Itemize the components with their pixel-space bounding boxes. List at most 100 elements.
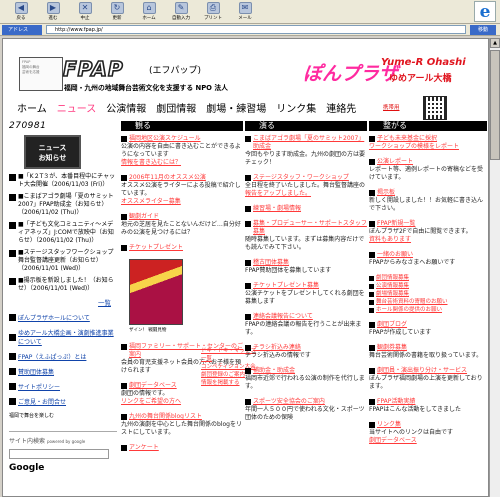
ticket-present-link[interactable]: チケットプレゼント — [121, 244, 243, 252]
nav-contact[interactable]: 連絡先 — [326, 100, 356, 115]
scroll-up-icon[interactable]: ▲ — [490, 38, 500, 48]
recommend-link[interactable]: 2006年11月のオススメ公演 — [121, 174, 243, 182]
news-item[interactable]: ■こまばアゴラ劇場「夏のサミット2007」FPAP助成金（お知らせ）（2006/… — [9, 193, 117, 217]
fpap-logo[interactable]: FPAP — [62, 56, 124, 82]
bbs-link[interactable]: 揭示板 — [369, 189, 487, 197]
nav-performances[interactable]: 公演情報 — [106, 100, 146, 115]
venue-info-recruit-link[interactable]: 劇場情報募集 — [369, 290, 487, 298]
activity-link[interactable]: FPAP活動実績 — [369, 398, 487, 406]
summit-grant-link[interactable]: こまばアゴラ劇場「夏のサミット2007」助成金 — [245, 135, 367, 151]
show-info-recruit-link[interactable]: 公演情報募集 — [369, 282, 487, 290]
small-logo-box: FPAP 福岡の舞台 芸術を応援 — [19, 57, 63, 91]
schedule-link[interactable]: 福岡地区公演スケジュール — [121, 135, 243, 143]
news-list-link[interactable]: 一覧 — [9, 297, 117, 307]
flyer-link[interactable]: チラシ折込み連絡 — [245, 344, 367, 352]
nav-news[interactable]: ニュース — [57, 100, 97, 115]
mobile-link[interactable]: 携帯用 — [383, 103, 400, 111]
refresh-button[interactable]: ↻ 更新 — [102, 2, 132, 21]
performance-report-link[interactable]: 公演レポート — [369, 158, 487, 166]
writer-recruit-link[interactable]: オススメライター募集 — [121, 198, 181, 205]
sponsor-link[interactable]: 賛助団体募集 — [9, 367, 117, 376]
bullet-icon — [121, 245, 127, 251]
hall-request-link[interactable]: ホール関係の提供のお願い — [369, 306, 487, 314]
materials-link[interactable]: 資料もあります — [369, 236, 411, 243]
bullet-icon — [369, 159, 375, 165]
bullet-icon — [9, 314, 16, 321]
bullet-icon — [9, 383, 16, 390]
yume-r-project-link[interactable]: ゆめアール大橋企画・演劇推進事業について — [9, 328, 117, 346]
subsidy-link[interactable]: 補助金・助成金 — [245, 367, 367, 375]
meeting-report-link[interactable]: 連絡会議報告について — [245, 313, 367, 321]
contact-link[interactable]: ご意見・お問合せ — [9, 397, 117, 406]
site-policy-link[interactable]: サイトポリシー — [9, 382, 117, 391]
bullet-icon — [121, 383, 127, 389]
browser-toolbar: ◀ 戻る ▶ 進む ✕ 中止 ↻ 更新 ⌂ ホーム ✎ 自動入力 ⎙ プリント ✉ メール e — [0, 0, 500, 24]
refresh-icon: ↻ — [110, 2, 124, 14]
troupe-blog-link[interactable]: 劇団ブログ — [369, 321, 487, 329]
yume-r-logo[interactable]: Yume-R Ohashi — [381, 57, 466, 68]
home-button[interactable]: ⌂ ホーム — [134, 2, 164, 21]
printer-icon: ⎙ — [206, 2, 220, 14]
fund-adopted-link[interactable]: 子ども未来基金に採択 — [369, 135, 487, 143]
news-item[interactable]: ■揚示板を新設しました！（お知らせ）（2006/11/01 (Wed)） — [9, 277, 117, 293]
qr-code-icon — [423, 96, 447, 120]
forward-arrow-icon: ▶ — [46, 2, 60, 14]
bullet-icon — [369, 283, 374, 289]
nav-venues[interactable]: 劇場・練習場 — [206, 100, 266, 115]
bullet-icon — [9, 353, 16, 360]
new-list-link[interactable]: FPAP新規一覧 — [369, 220, 487, 228]
about-fpap-link[interactable]: FPAP（えふぱっぷ）とは — [9, 352, 117, 361]
news-item[interactable]: ■「子ども文化コミュニティ〜メディアネッズ」J:COMで放映中（お知らせ）（20… — [9, 221, 117, 245]
insurance-link[interactable]: スポーツ安全協会のご案内 — [245, 398, 367, 406]
books-link[interactable]: 観劇券募集 — [369, 344, 487, 352]
blog-list-link[interactable]: 九州の舞台関係blogリスト — [121, 413, 243, 421]
url-input[interactable]: http://www.fpap.jp/ — [46, 25, 466, 34]
nav-home[interactable]: ホーム — [17, 100, 47, 115]
poster-image[interactable] — [129, 259, 183, 325]
request-link[interactable]: 一緒のお願い — [369, 251, 487, 259]
troupe-info-recruit-link[interactable]: 劇団情報募集 — [369, 274, 487, 282]
link-request-link[interactable]: リンクをご希望の方へ — [121, 398, 181, 405]
nav-links[interactable]: リンク集 — [276, 100, 316, 115]
survey-link[interactable]: アンケート — [121, 444, 243, 452]
pon-plaza-hall-link[interactable]: ぽんプラザホールについて — [9, 313, 117, 322]
autofill-button[interactable]: ✎ 自動入力 — [166, 2, 196, 21]
news-item[interactable]: ■ステージスタッフワークショップ舞台監督講座更新（お知らせ）（2006/11/0… — [9, 249, 117, 273]
news-heading: ニュース お知らせ — [24, 135, 81, 169]
print-button[interactable]: ⎙ プリント — [198, 2, 228, 21]
staff-workshop-link[interactable]: ステージスタッフ・ワークショップ — [245, 174, 367, 182]
how-to-post-link[interactable]: 情報を書き込むには？ — [121, 159, 181, 166]
workshop-report-link[interactable]: ワークショップの模様をレポート — [369, 143, 459, 150]
bullet-icon — [245, 221, 251, 227]
venue-info-link[interactable]: 練習場・劇場情報 — [245, 205, 367, 213]
go-button[interactable]: 移動 — [470, 24, 496, 35]
donation-request-link[interactable]: 舞台芸術資料の寄贈のお願い — [369, 298, 487, 306]
staff-recruit-link[interactable]: 募集・プロデューサー・サポートスタッフ募集 — [245, 220, 367, 236]
troupe-db-link-2[interactable]: 劇団データベース — [369, 437, 417, 444]
site-search-input[interactable] — [9, 449, 109, 459]
scroll-thumb[interactable] — [490, 50, 500, 160]
back-button[interactable]: ◀ 戻る — [6, 2, 36, 21]
forward-button[interactable]: ▶ 進む — [38, 2, 68, 21]
group-recruit-link[interactable]: 稽古団体募集 — [245, 259, 367, 267]
link-collection-link[interactable]: リンク集 — [369, 421, 487, 429]
workshop-report-link[interactable]: 報告をアップしました。 — [245, 190, 311, 197]
bullet-icon — [9, 250, 16, 257]
guide-link[interactable]: 観劇ガイド — [121, 213, 243, 221]
ticket-donate-link[interactable]: チケットプレゼント募集 — [245, 282, 367, 290]
service-link[interactable]: 劇団員・演出振り分け・サービス — [369, 367, 487, 375]
bullet-icon — [369, 190, 375, 196]
vertical-scrollbar[interactable]: ▲ — [489, 38, 500, 497]
bullet-icon — [121, 414, 127, 420]
news-item[interactable]: ■「K２T３が、本番目程中にチャット大会開催（2006/11/03 (Fri)） — [9, 173, 117, 189]
nav-troupes[interactable]: 劇団情報 — [156, 100, 196, 115]
mail-button[interactable]: ✉ メール — [230, 2, 260, 21]
stop-button[interactable]: ✕ 中止 — [70, 2, 100, 21]
bullet-icon — [369, 399, 375, 405]
column-head-watch: 観る — [121, 121, 243, 131]
mail-icon: ✉ — [238, 2, 252, 14]
footer-tagline: 福岡で舞台を楽しむ — [9, 413, 55, 419]
back-arrow-icon: ◀ — [14, 2, 28, 14]
bullet-icon — [245, 175, 251, 181]
bullet-icon — [369, 345, 375, 351]
